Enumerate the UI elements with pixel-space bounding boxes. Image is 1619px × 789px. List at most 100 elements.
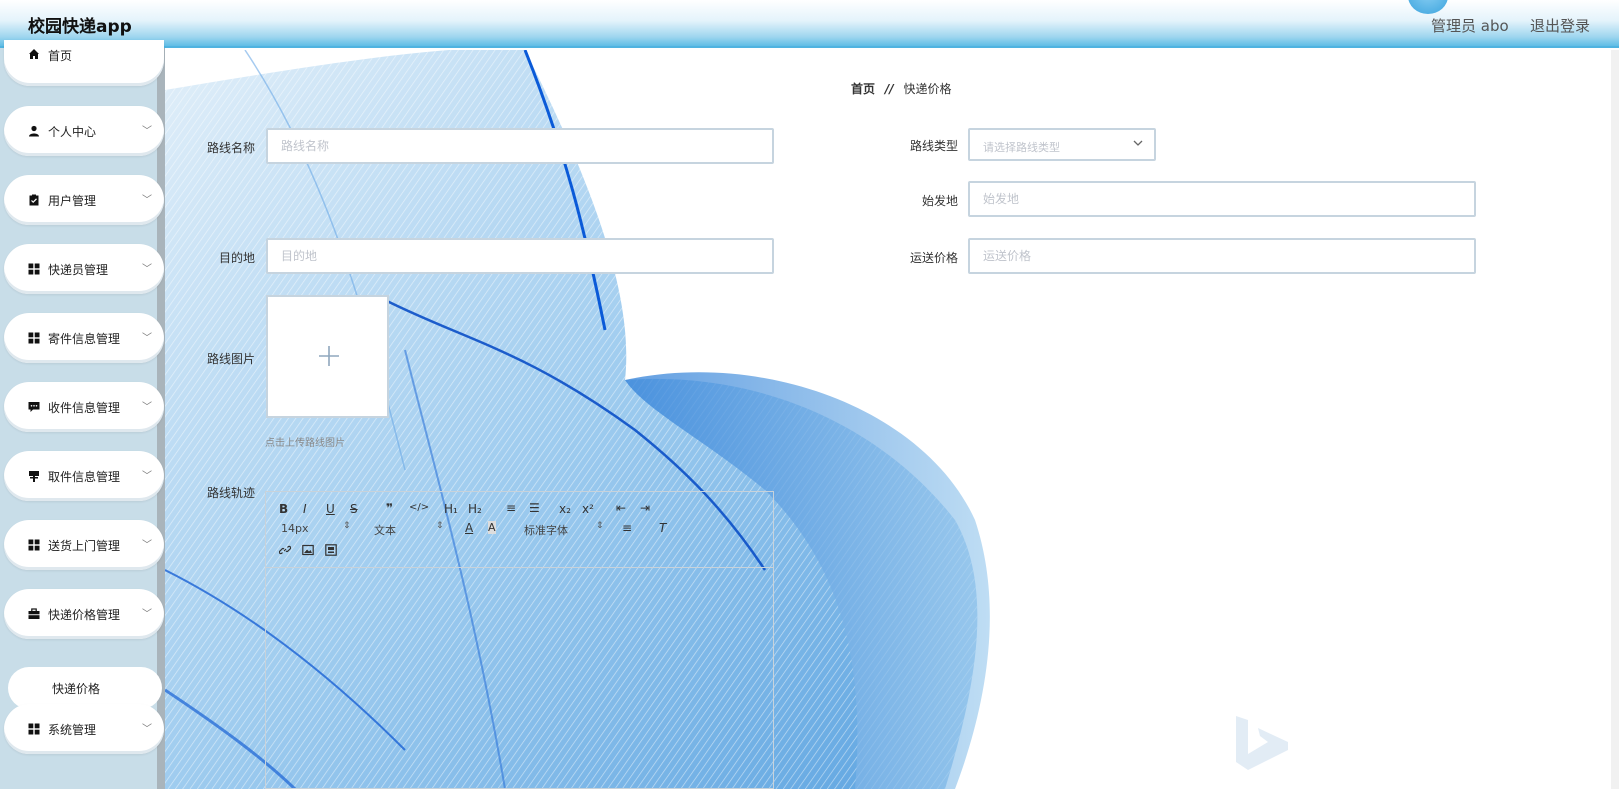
route-image-upload[interactable] xyxy=(266,295,389,418)
sidebar-item-label: 个人中心 xyxy=(48,125,97,139)
clear-format-icon[interactable]: T xyxy=(659,521,666,535)
align-icon[interactable]: ≡ xyxy=(622,521,632,535)
sidebar-item-courier-management[interactable]: 快递员管理 ﹀ xyxy=(4,244,164,294)
strike-icon[interactable]: S xyxy=(350,502,358,516)
font-size-select[interactable]: 14px ⇕ xyxy=(281,521,351,535)
sidebar-item-system-management[interactable]: 系统管理 ﹀ xyxy=(4,704,164,754)
italic-icon[interactable]: I xyxy=(303,502,307,516)
sidebar-item-label: 收件信息管理 xyxy=(48,401,121,415)
chevron-down-icon: ﹀ xyxy=(142,195,152,206)
grid-icon xyxy=(28,723,40,735)
h2-icon[interactable]: H₂ xyxy=(468,502,482,516)
quote-icon[interactable]: ❞ xyxy=(386,501,393,515)
sidebar-item-price-management[interactable]: 快递价格管理 ﹀ xyxy=(4,589,164,639)
font-family-select[interactable]: 标准字体 ⇕ xyxy=(524,521,604,538)
sidebar-item-label: 快递员管理 xyxy=(48,263,109,277)
route-name-input[interactable] xyxy=(266,128,774,164)
grid-icon xyxy=(28,332,40,344)
chevron-down-icon: ﹀ xyxy=(142,724,152,735)
top-header: 校园快递app 管理员 abo 退出登录 xyxy=(0,0,1619,48)
ordered-list-icon[interactable]: ≡ xyxy=(506,501,516,515)
route-name-label: 路线名称 xyxy=(206,141,255,155)
underline-icon[interactable]: U xyxy=(326,502,335,516)
sidebar-item-label: 快递价格管理 xyxy=(48,608,121,622)
sidebar-item-label: 首页 xyxy=(48,49,73,63)
user-icon xyxy=(29,125,39,137)
clipboard-icon xyxy=(29,194,39,206)
shipping-price-label: 运送价格 xyxy=(909,251,958,265)
route-track-editor[interactable]: B I U S ❞ </> H₁ H₂ ≡ ☰ x₂ x² ⇤ ⇥ 14px ⇕… xyxy=(265,491,774,789)
sidebar-item-home[interactable]: 首页 xyxy=(4,40,164,86)
briefcase-icon xyxy=(28,608,40,619)
destination-input[interactable] xyxy=(266,238,774,274)
avatar[interactable] xyxy=(1408,0,1448,14)
bullet-list-icon[interactable]: ☰ xyxy=(529,501,540,515)
home-icon xyxy=(29,49,39,59)
sidebar-item-user-management[interactable]: 用户管理 ﹀ xyxy=(4,175,164,225)
bing-watermark-icon xyxy=(1236,716,1288,770)
breadcrumb-current: 快递价格 xyxy=(903,82,952,96)
video-icon[interactable] xyxy=(325,544,337,556)
select-arrows-icon: ⇕ xyxy=(596,521,604,531)
editor-toolbar: B I U S ❞ </> H₁ H₂ ≡ ☰ x₂ x² ⇤ ⇥ 14px ⇕… xyxy=(266,492,773,568)
sidebar-item-label: 寄件信息管理 xyxy=(48,332,121,346)
font-color-icon[interactable]: A xyxy=(465,521,473,535)
destination-label: 目的地 xyxy=(218,251,255,265)
sidebar-item-label: 系统管理 xyxy=(48,723,97,737)
breadcrumb-home[interactable]: 首页 xyxy=(851,82,875,96)
grid-icon xyxy=(28,539,40,551)
logout-link[interactable]: 退出登录 xyxy=(1530,15,1590,36)
plus-icon xyxy=(319,346,339,366)
indent-icon[interactable]: ⇥ xyxy=(640,501,650,515)
upload-hint: 点击上传路线图片 xyxy=(265,438,345,449)
link-icon[interactable] xyxy=(279,544,291,556)
font-size-value: 14px xyxy=(281,522,309,535)
outdent-icon[interactable]: ⇤ xyxy=(616,501,626,515)
chevron-down-icon: ﹀ xyxy=(142,126,152,137)
sidebar-item-pickup-info-management[interactable]: 取件信息管理 ﹀ xyxy=(4,451,164,501)
select-arrows-icon: ⇕ xyxy=(436,521,444,531)
route-image-label: 路线图片 xyxy=(206,352,255,366)
route-type-placeholder: 请选择路线类型 xyxy=(983,141,1060,154)
chevron-down-icon: ﹀ xyxy=(142,471,152,482)
admin-username: 管理员 abo xyxy=(1431,17,1509,35)
main-scrollbar[interactable] xyxy=(1611,50,1619,789)
subscript-icon[interactable]: x₂ xyxy=(559,502,571,516)
breadcrumb-separator: // xyxy=(884,82,894,96)
text-style-value: 文本 xyxy=(374,524,396,537)
app-title: 校园快递app xyxy=(28,17,132,37)
sidebar-item-receive-info-management[interactable]: 收件信息管理 ﹀ xyxy=(4,382,164,432)
select-arrows-icon: ⇕ xyxy=(343,521,351,531)
image-icon[interactable] xyxy=(302,544,314,556)
route-type-select[interactable]: 请选择路线类型 xyxy=(968,128,1156,161)
sidebar-item-label: 用户管理 xyxy=(48,194,97,208)
h1-icon[interactable]: H₁ xyxy=(444,502,458,516)
origin-label: 始发地 xyxy=(921,194,958,208)
text-style-select[interactable]: 文本 ⇕ xyxy=(374,521,444,538)
font-family-value: 标准字体 xyxy=(524,524,568,537)
sidebar-item-send-info-management[interactable]: 寄件信息管理 ﹀ xyxy=(4,313,164,363)
sidebar-item-delivery-management[interactable]: 送货上门管理 ﹀ xyxy=(4,520,164,570)
message-icon xyxy=(28,402,40,412)
signpost-icon xyxy=(29,471,39,482)
code-icon[interactable]: </> xyxy=(409,502,429,513)
superscript-icon[interactable]: x² xyxy=(582,502,594,516)
breadcrumb: 首页 // 快递价格 xyxy=(851,80,951,97)
grid-icon xyxy=(28,263,40,275)
chevron-down-icon xyxy=(1133,140,1143,146)
origin-input[interactable] xyxy=(968,181,1476,217)
chevron-down-icon: ﹀ xyxy=(142,402,152,413)
sidebar-subitem-label: 快递价格 xyxy=(52,682,101,696)
sidebar-item-personal-center[interactable]: 个人中心 ﹀ xyxy=(4,106,164,156)
shipping-price-input[interactable] xyxy=(968,238,1476,274)
chevron-down-icon: ﹀ xyxy=(142,609,152,620)
bold-icon[interactable]: B xyxy=(279,502,288,516)
sidebar-item-label: 取件信息管理 xyxy=(48,470,121,484)
chevron-down-icon: ﹀ xyxy=(142,333,152,344)
chevron-down-icon: ﹀ xyxy=(142,540,152,551)
sidebar-item-label: 送货上门管理 xyxy=(48,539,121,553)
background-color-icon[interactable]: A xyxy=(488,521,496,534)
chevron-down-icon: ﹀ xyxy=(142,264,152,275)
sidebar-subitem-express-price[interactable]: 快递价格 xyxy=(8,667,162,709)
route-track-label: 路线轨迹 xyxy=(206,486,255,500)
